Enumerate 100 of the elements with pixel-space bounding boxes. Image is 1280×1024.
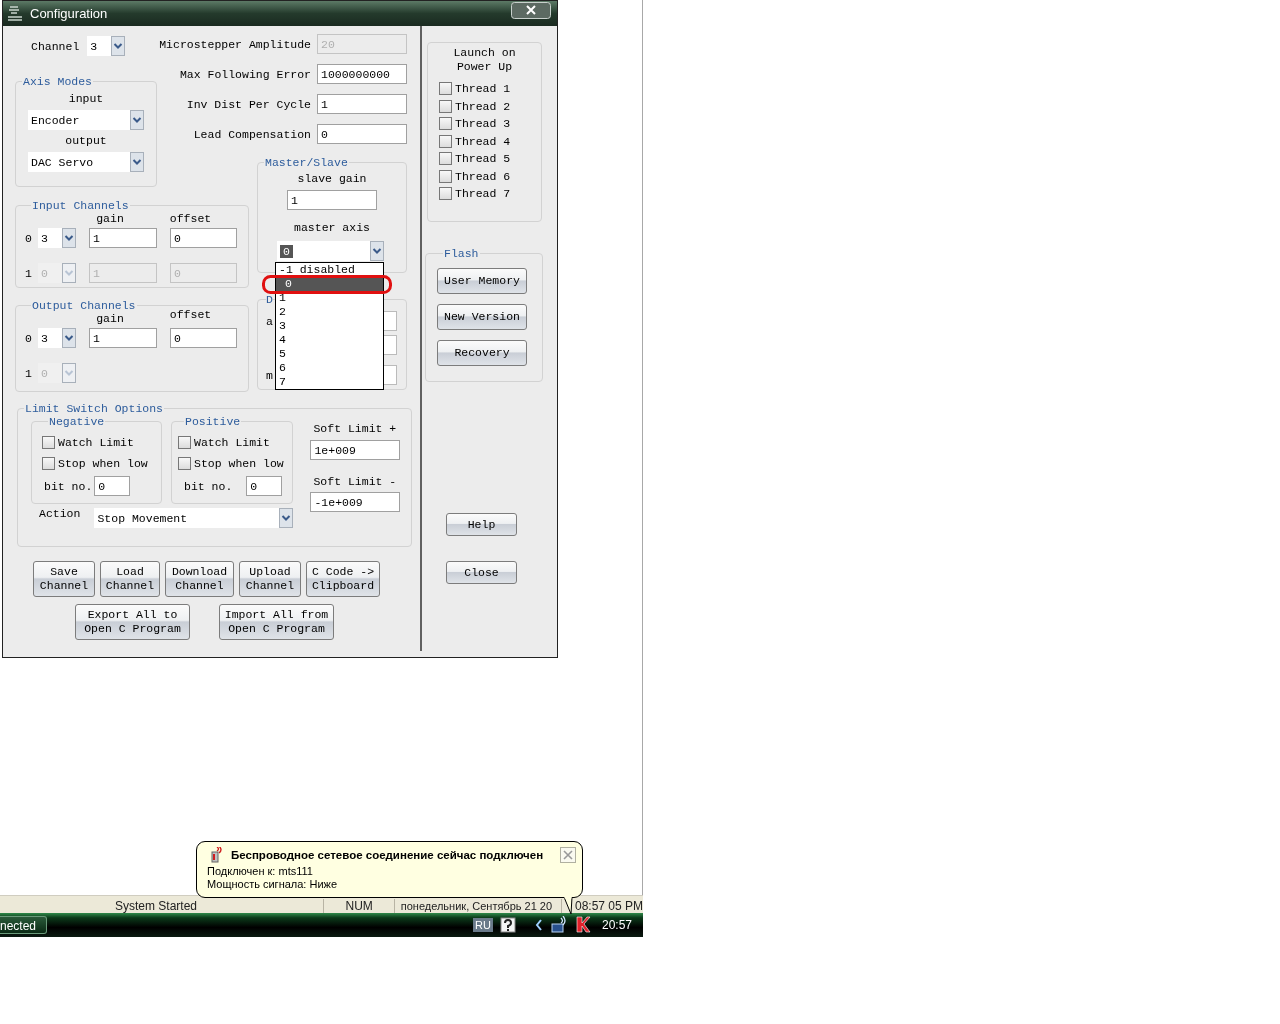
checkbox-label: Thread 1 [455,82,511,96]
checkbox[interactable] [178,436,191,449]
checkbox[interactable] [439,169,452,183]
group-title: Limit Switch Options [24,402,165,415]
checkbox[interactable] [439,187,452,201]
dropdown[interactable]: 3 [38,328,76,348]
checkbox[interactable] [439,99,452,113]
dropdown-option[interactable]: 3 [276,319,383,333]
output-label: output [65,134,107,148]
soft-limit-label: Soft Limit - [312,475,397,489]
row-index: 0 [25,231,33,245]
field-label: Max Following Error [179,67,311,81]
checkbox-label: Thread 6 [455,169,511,183]
checkbox[interactable] [439,117,452,131]
balloon-title: Беспроводное сетевое соединение сейчас подключен [231,849,544,861]
checkbox-label: Watch Limit [194,436,270,449]
balloon-text: Мощность сигнала: Ниже [207,878,339,891]
channel-button[interactable]: Download Channel [165,561,234,597]
dropdown[interactable]: 3 [87,36,126,56]
dropdown[interactable]: 0 [277,241,384,261]
chevron-down-icon [279,508,294,528]
group-title: Flash [443,247,480,260]
dropdown[interactable]: Stop Movement [94,508,294,528]
text-field[interactable]: 1 [287,190,377,210]
chevron-left-icon[interactable] [534,919,543,931]
balloon-text: Подключен к: mts111 [207,865,314,878]
language-indicator[interactable]: RU [473,918,493,932]
network-icon[interactable] [549,916,568,934]
text-field[interactable]: 1 [317,94,407,114]
input-label: input [68,92,104,106]
channel-button[interactable]: Upload Channel [239,561,301,597]
chevron-down-icon [62,363,76,383]
dialog-button[interactable]: Help [446,513,517,536]
field-label: a [266,314,274,328]
window-title: Configuration [30,6,108,21]
flash-button[interactable]: New Version [437,304,527,330]
group-title: Negative [48,415,106,428]
dropdown-option[interactable]: 2 [276,305,383,319]
row-index: 1 [25,366,33,380]
checkbox[interactable] [439,134,452,148]
column-header: gain [95,312,125,326]
dialog-button[interactable]: Close [446,561,517,584]
channel-button[interactable]: Save Channel [33,561,95,597]
dropdown-option[interactable]: 6 [276,361,383,375]
master-axis-label: master axis [294,221,370,235]
action-label: Action [39,506,81,520]
program-button[interactable]: Import All from Open C Program [219,604,334,640]
group-title: Master/Slave [264,156,349,169]
dropdown-option[interactable]: -1 disabled [276,263,383,277]
checkbox-label: Thread 7 [455,187,511,201]
checkbox[interactable] [439,152,452,166]
group-title: Positive [184,415,242,428]
dropdown-option[interactable]: 5 [276,347,383,361]
text-field[interactable]: 1 [89,328,157,348]
column-header: gain [95,212,125,226]
slave-gain-label: slave gain [297,172,367,186]
checkbox-label: Thread 2 [455,99,511,113]
checkbox-label: Thread 5 [455,152,511,166]
channel-button[interactable]: C Code -> Clipboard [306,561,380,597]
checkbox[interactable] [439,82,452,96]
flash-button[interactable]: User Memory [437,268,527,294]
text-field[interactable]: 0 [170,328,237,348]
field-label: Inv Dist Per Cycle [186,97,311,111]
dropdown-option[interactable]: 7 [276,375,383,389]
program-button[interactable]: Export All to Open C Program [75,604,190,640]
chevron-down-icon [62,328,76,348]
checkbox-label: Watch Limit [58,436,134,449]
dropdown-option[interactable]: 1 [276,291,383,305]
close-icon[interactable] [511,2,551,19]
text-field[interactable]: 0 [170,228,237,248]
text-field[interactable]: 1 [89,228,157,248]
help-icon[interactable] [499,917,516,933]
chevron-down-icon [130,110,144,130]
group-title: Input Channels [31,199,130,212]
taskbar-button[interactable]: nected [0,916,47,934]
checkbox[interactable] [42,457,55,470]
text-field[interactable]: 1000000000 [317,64,407,84]
group-title: Axis Modes [22,75,93,88]
text-field[interactable]: 0 [246,476,283,496]
column-header: offset [168,308,213,323]
dropdown[interactable]: 3 [38,228,76,248]
row-index: 0 [25,331,33,345]
checkbox[interactable] [178,457,191,470]
dropdown-option[interactable]: 4 [276,333,383,347]
chevron-down-icon [370,241,384,261]
text-field[interactable]: -1e+009 [310,492,401,512]
text-field[interactable]: 0 [317,124,407,144]
text-field[interactable]: 0 [94,476,131,496]
chevron-down-icon [130,152,144,172]
app-logo-icon [7,4,23,23]
flash-button[interactable]: Recovery [437,340,527,366]
dropdown[interactable]: Encoder [28,110,144,130]
checkbox-label: Stop when low [194,457,284,470]
channel-button[interactable]: Load Channel [100,561,160,597]
text-field[interactable]: 1e+009 [310,440,401,460]
clock[interactable]: 20:57 [601,918,632,932]
dropdown[interactable]: DAC Servo [28,152,144,172]
bit-label: bit no. [184,479,233,493]
close-icon[interactable] [560,847,576,863]
checkbox[interactable] [42,436,55,449]
